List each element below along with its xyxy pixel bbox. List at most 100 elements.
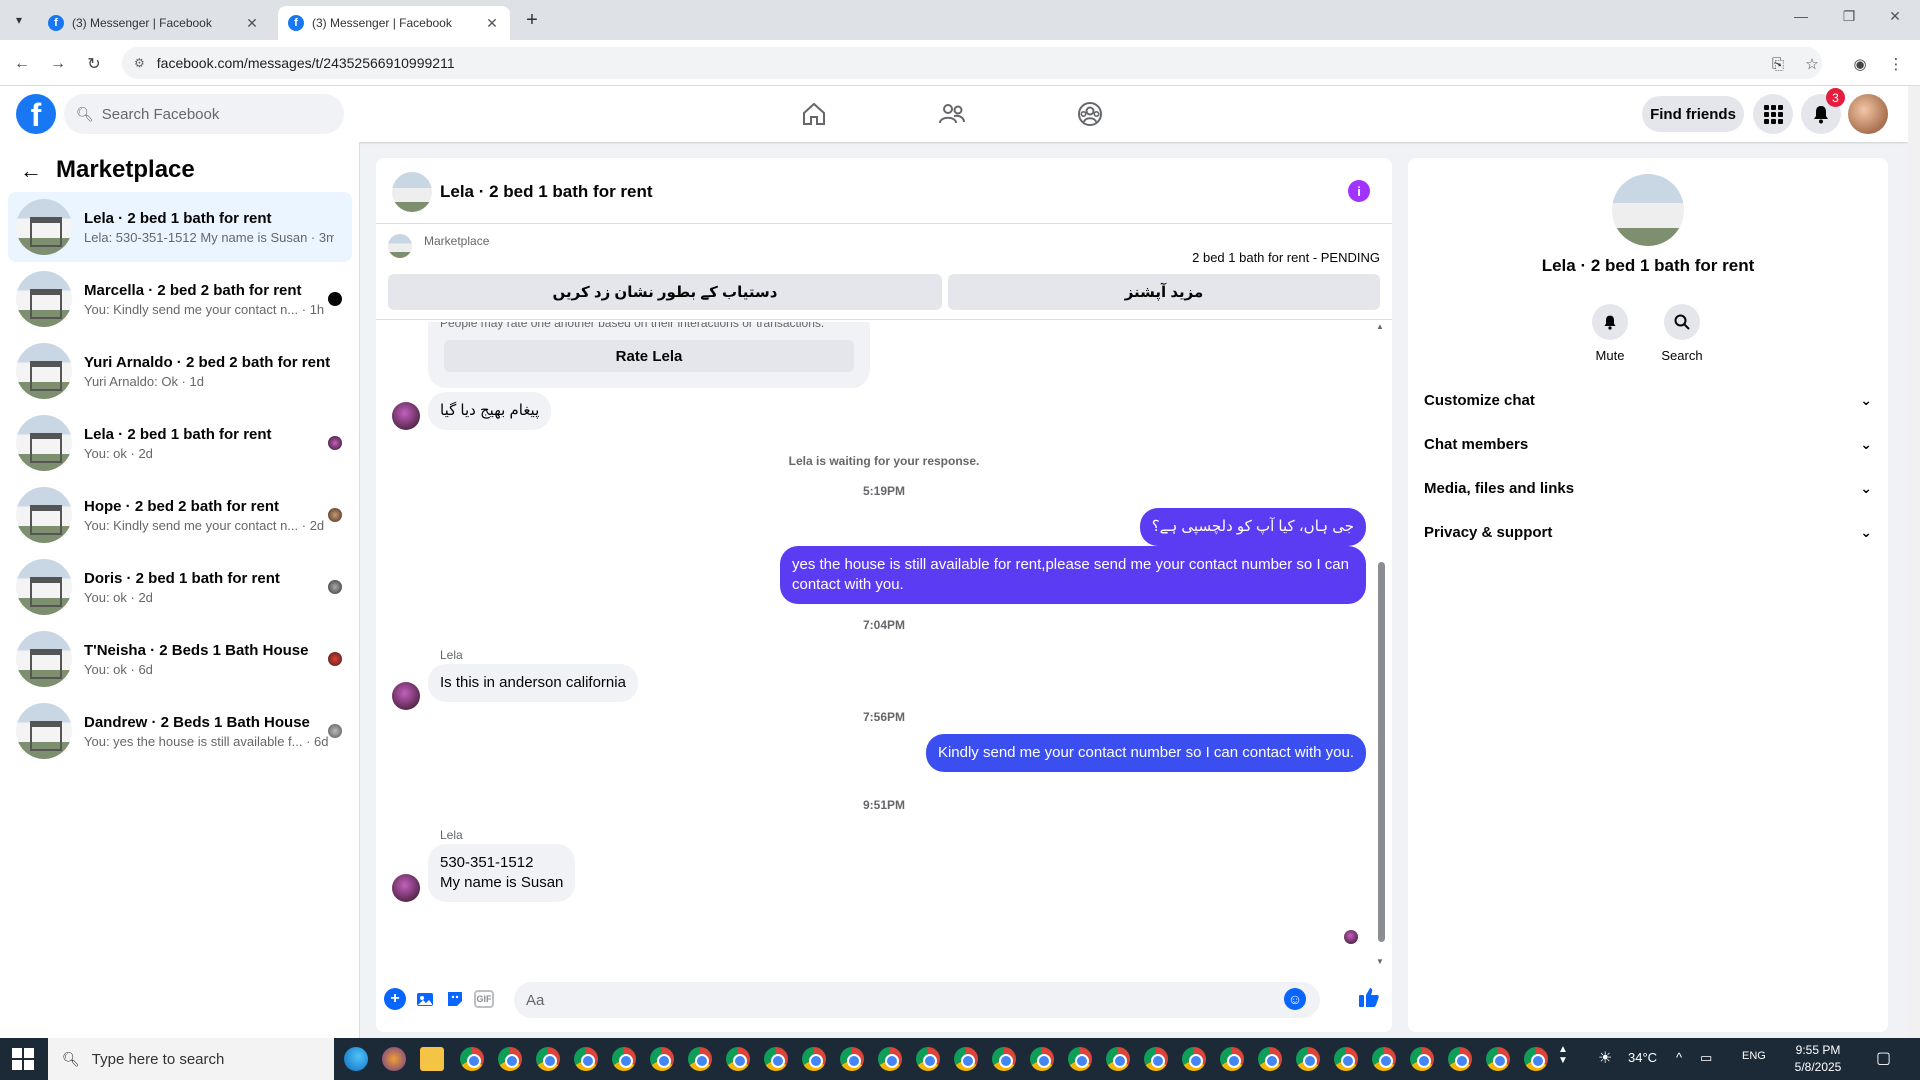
close-tab-icon[interactable]: ✕ [484,15,500,32]
customize-chat-section[interactable]: Customize chat ⌄ [1424,382,1872,418]
message-scrollbar[interactable]: ▲ ▼ [1376,322,1386,966]
conversation-item[interactable]: Hope · 2 bed 2 bath for rent You: Kindly … [8,480,352,550]
network-icon[interactable]: ▭ [1700,1050,1712,1066]
install-app-icon[interactable]: ⎘ [1766,52,1790,76]
chrome-icon[interactable] [954,1047,978,1071]
mark-available-button[interactable]: دستیاب کے بطور نشان زد کریں [388,274,942,310]
chrome-icon[interactable] [650,1047,674,1071]
more-options-button[interactable]: مزید آپشنز [948,274,1380,310]
chrome-icon[interactable] [574,1047,598,1071]
conversation-item[interactable]: Marcella · 2 bed 2 bath for rent You: Kin… [8,264,352,334]
chrome-icon[interactable] [1486,1047,1510,1071]
conversation-item[interactable]: Lela · 2 bed 1 bath for rent You: ok · 2d [8,408,352,478]
edge-icon[interactable] [344,1047,368,1071]
site-info-icon[interactable]: ⚙ [134,56,145,70]
find-friends-button[interactable]: Find friends [1642,96,1744,132]
photo-icon[interactable] [414,988,436,1010]
profile-icon[interactable]: ◉ [1848,52,1872,76]
conversation-item[interactable]: T'Neisha · 2 Beds 1 Bath House You: ok · … [8,624,352,694]
windows-start-icon[interactable] [12,1048,34,1070]
message-input[interactable]: Aa [514,982,1320,1018]
rate-lela-button[interactable]: Rate Lela [444,340,854,372]
details-avatar[interactable] [1612,174,1684,246]
back-icon[interactable]: ← [10,52,34,76]
friends-icon[interactable] [936,98,968,130]
media-files-links-section[interactable]: Media, files and links ⌄ [1424,470,1872,506]
chat-members-section[interactable]: Chat members ⌄ [1424,426,1872,462]
chrome-icon[interactable] [1448,1047,1472,1071]
browser-menu-icon[interactable]: ⋮ [1884,52,1908,76]
chrome-icon[interactable] [460,1047,484,1071]
tray-up-chevron-icon[interactable]: ^ [1676,1050,1682,1065]
chrome-icon[interactable] [1334,1047,1358,1071]
bookmark-star-icon[interactable]: ☆ [1800,52,1824,76]
scroll-thumb[interactable] [1378,562,1385,942]
home-icon[interactable] [798,98,830,130]
chrome-icon[interactable] [1524,1047,1548,1071]
gif-icon[interactable]: GIF [474,990,494,1008]
facebook-search-input[interactable]: 🔍︎ Search Facebook [64,94,344,134]
chrome-icon[interactable] [1068,1047,1092,1071]
minimize-icon[interactable]: — [1786,8,1816,24]
conversation-item[interactable]: Doris · 2 bed 1 bath for rent You: ok · 2… [8,552,352,622]
chrome-icon[interactable] [612,1047,636,1071]
sticker-icon[interactable] [444,988,466,1010]
chrome-icon[interactable] [1030,1047,1054,1071]
chrome-icon[interactable] [1106,1047,1130,1071]
weather-icon[interactable]: ☀ [1598,1048,1612,1068]
conversation-item[interactable]: Lela · 2 bed 1 bath for rent Lela: 530-35… [8,192,352,262]
chrome-icon[interactable] [840,1047,864,1071]
facebook-logo-icon[interactable]: f [16,94,56,134]
chrome-icon[interactable] [536,1047,560,1071]
page-scrollbar[interactable] [1908,86,1920,1038]
weather-temp[interactable]: 34°C [1628,1050,1657,1065]
taskbar-clock[interactable]: 9:55 PM 5/8/2025 [1778,1042,1858,1076]
browser-tab-1[interactable]: f (3) Messenger | Facebook ✕ [38,6,270,40]
chrome-icon[interactable] [1296,1047,1320,1071]
conversation-item[interactable]: Yuri Arnaldo · 2 bed 2 bath for rent Yuri… [8,336,352,406]
chrome-icon[interactable] [1220,1047,1244,1071]
address-bar[interactable]: ⚙ facebook.com/messages/t/24352566910999… [122,47,1822,79]
thumbs-up-icon[interactable] [1358,986,1380,1014]
app-icon[interactable] [382,1047,406,1071]
chrome-icon[interactable] [764,1047,788,1071]
chat-title[interactable]: Lela · 2 bed 1 bath for rent [440,182,653,202]
conversation-item[interactable]: Dandrew · 2 Beds 1 Bath House You: yes th… [8,696,352,766]
tab-search-chevron-icon[interactable]: ▾ [6,8,32,32]
chrome-icon[interactable] [1258,1047,1282,1071]
browser-tab-2[interactable]: f (3) Messenger | Facebook ✕ [278,6,510,40]
chrome-icon[interactable] [688,1047,712,1071]
chrome-icon[interactable] [1182,1047,1206,1071]
window-close-icon[interactable]: ✕ [1880,8,1910,25]
taskbar-search-input[interactable]: 🔍︎ Type here to search [48,1038,334,1080]
notification-center-icon[interactable]: ▢ [1876,1048,1891,1068]
reload-icon[interactable]: ↻ [82,52,106,76]
privacy-support-section[interactable]: Privacy & support ⌄ [1424,514,1872,550]
back-arrow-icon[interactable]: ← [20,158,42,184]
chrome-icon[interactable] [992,1047,1016,1071]
message-thread[interactable]: People may rate one another based on the… [376,322,1392,966]
file-explorer-icon[interactable] [420,1047,444,1071]
chrome-icon[interactable] [916,1047,940,1071]
chat-avatar[interactable] [392,172,432,212]
emoji-icon[interactable]: ☺ [1284,988,1306,1010]
chrome-icon[interactable] [1410,1047,1434,1071]
taskbar-overflow-chevron-icon[interactable]: ▲ ▼ [1558,1044,1568,1066]
chrome-icon[interactable] [1144,1047,1168,1071]
chrome-icon[interactable] [726,1047,750,1071]
close-tab-icon[interactable]: ✕ [244,15,260,32]
restore-icon[interactable]: ❐ [1834,8,1864,25]
menu-grid-icon[interactable] [1753,94,1793,134]
groups-icon[interactable] [1074,98,1106,130]
chrome-icon[interactable] [878,1047,902,1071]
chrome-icon[interactable] [498,1047,522,1071]
forward-icon[interactable]: → [46,52,70,76]
chrome-icon[interactable] [1372,1047,1396,1071]
search-conversation-button[interactable]: Search [1652,304,1712,363]
account-avatar[interactable] [1848,94,1888,134]
chrome-icon[interactable] [802,1047,826,1071]
scroll-up-icon[interactable]: ▲ [1376,322,1384,331]
scroll-down-icon[interactable]: ▼ [1376,957,1384,966]
info-icon[interactable]: i [1348,180,1370,202]
language-indicator[interactable]: ENG [1742,1050,1766,1062]
